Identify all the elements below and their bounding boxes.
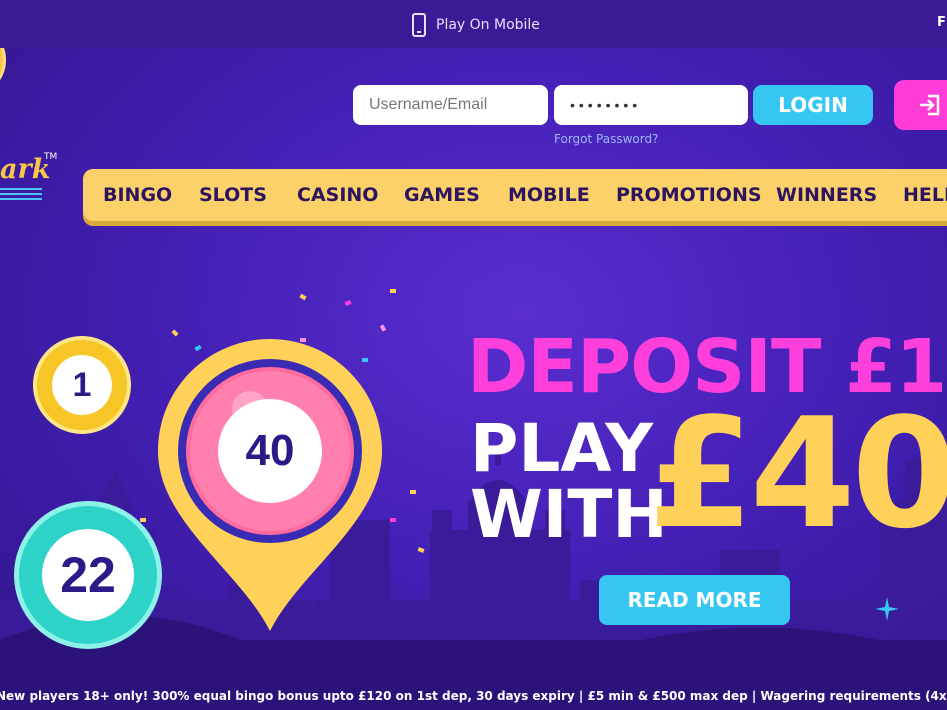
login-button[interactable]: LOGIN [753, 85, 873, 125]
headline-play-with: PLAY WITH [470, 416, 668, 548]
join-button[interactable] [894, 80, 947, 130]
logo-emblem[interactable] [0, 48, 6, 90]
sparkle-icon [875, 597, 899, 621]
nav-item-casino[interactable]: CASINO [297, 169, 378, 221]
logo-underline-decoration [0, 188, 42, 203]
play-on-mobile-label: Play On Mobile [436, 17, 540, 33]
map-pin-icon [158, 339, 382, 631]
sign-in-icon [920, 94, 940, 116]
nav-item-winners[interactable]: WINNERS [776, 169, 877, 221]
password-input[interactable] [554, 85, 748, 125]
bonus-amount: £40 [648, 385, 947, 562]
hero-section: ark TM LOGIN Forgot Password? BINGO SLOT… [0, 48, 947, 710]
mobile-phone-icon [412, 13, 426, 37]
nav-item-promotions[interactable]: PROMOTIONS [616, 169, 762, 221]
main-nav: BINGO SLOTS CASINO GAMES MOBILE PROMOTIO… [83, 169, 947, 221]
bingo-ball-teal: 22 [14, 501, 162, 649]
play-text: PLAY [470, 410, 653, 487]
location-pin-ball: 40 [150, 331, 390, 641]
ball-number-pin: 40 [245, 426, 295, 475]
forgot-password-link[interactable]: Forgot Password? [554, 132, 658, 146]
nav-item-games[interactable]: GAMES [404, 169, 480, 221]
bingo-ball-yellow: 1 [33, 336, 131, 434]
username-input[interactable] [353, 85, 548, 125]
nav-item-bingo[interactable]: BINGO [103, 169, 172, 221]
nav-item-mobile[interactable]: MOBILE [508, 169, 590, 221]
top-right-link[interactable]: F [937, 15, 946, 30]
play-on-mobile-link[interactable]: Play On Mobile [412, 12, 540, 38]
nav-item-help[interactable]: HELP [903, 169, 947, 221]
top-bar: Play On Mobile F [0, 0, 947, 48]
ball-number-small: 1 [72, 365, 92, 404]
logo-trademark: TM [44, 152, 58, 162]
with-text: WITH [470, 476, 668, 553]
nav-item-slots[interactable]: SLOTS [199, 169, 267, 221]
terms-bar: New players 18+ only! 300% equal bingo b… [0, 684, 947, 710]
logo-text[interactable]: ark [0, 154, 50, 185]
read-more-button[interactable]: READ MORE [599, 575, 790, 625]
ball-number-large: 22 [60, 547, 116, 603]
